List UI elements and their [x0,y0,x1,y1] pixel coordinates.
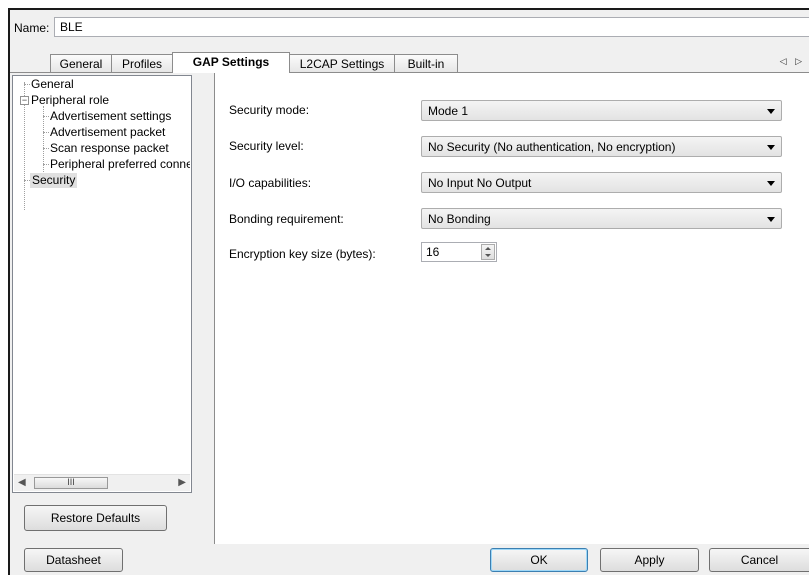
scroll-thumb[interactable]: III [34,477,108,489]
io-capabilities-value: No Input No Output [428,176,532,190]
encryption-key-size-stepper[interactable]: 16 [421,242,497,262]
encryption-key-size-value: 16 [426,245,440,259]
tree-guide-line [43,164,49,165]
name-input[interactable]: BLE [54,17,809,37]
apply-button[interactable]: Apply [600,548,699,572]
restore-defaults-button[interactable]: Restore Defaults [24,505,167,531]
tab-scroll-arrows-icon[interactable]: ◁ ▷ [780,56,805,67]
scroll-left-icon[interactable]: ◀ [18,477,26,488]
tree-item-advertisement-packet[interactable]: Advertisement packet [50,125,190,140]
tab-profiles[interactable]: Profiles [111,54,173,72]
cancel-button[interactable]: Cancel [709,548,809,572]
tree-item-general[interactable]: General [31,77,74,92]
scroll-right-icon[interactable]: ▶ [178,477,186,488]
security-mode-select[interactable]: Mode 1 [421,100,782,121]
tree-guide-line [24,84,30,85]
io-capabilities-label: I/O capabilities: [229,176,312,190]
tree-guide-line [43,132,49,133]
name-row: Name: BLE [12,16,809,38]
tab-content: General − Peripheral role Advertisement … [10,72,809,544]
tree-item-peripheral-preferred-connection[interactable]: Peripheral preferred connection paramete… [50,157,190,172]
bonding-requirement-select[interactable]: No Bonding [421,208,782,229]
security-level-select[interactable]: No Security (No authentication, No encry… [421,136,782,157]
security-level-value: No Security (No authentication, No encry… [428,140,676,154]
tab-general[interactable]: General [50,54,112,72]
tree-item-scan-response-packet[interactable]: Scan response packet [50,141,190,156]
security-settings-panel: Security mode: Mode 1 Security level: No… [214,73,809,544]
tree-item-security[interactable]: Security [30,173,78,188]
tree-horizontal-scrollbar[interactable]: ◀ III ▶ [14,474,190,491]
datasheet-button[interactable]: Datasheet [24,548,123,572]
tree-item-advertisement-settings[interactable]: Advertisement settings [50,109,190,124]
io-capabilities-select[interactable]: No Input No Output [421,172,782,193]
security-mode-label: Security mode: [229,103,310,117]
settings-tree: General − Peripheral role Advertisement … [12,75,192,493]
ok-button[interactable]: OK [490,548,588,572]
dropdown-arrow-icon [767,145,775,150]
tab-l2cap-settings[interactable]: L2CAP Settings [289,54,395,72]
configuration-dialog: Name: BLE General Profiles GAP Settings … [8,8,809,575]
tab-bar: General Profiles GAP Settings L2CAP Sett… [10,52,809,73]
spin-buttons[interactable] [481,244,495,260]
dialog-footer: Datasheet OK Apply Cancel [10,544,809,575]
tab-gap-settings[interactable]: GAP Settings [172,52,290,73]
bonding-requirement-value: No Bonding [428,212,491,226]
tab-built-in[interactable]: Built-in [394,54,458,72]
spin-down-icon[interactable] [485,254,491,257]
name-label: Name: [14,21,50,35]
dropdown-arrow-icon [767,109,775,114]
security-mode-value: Mode 1 [428,104,469,118]
tree-guide-line [43,116,49,117]
security-level-label: Security level: [229,139,304,153]
collapse-icon[interactable]: − [20,96,29,105]
spin-up-icon[interactable] [485,247,491,250]
encryption-key-size-label: Encryption key size (bytes): [229,247,376,261]
bonding-requirement-label: Bonding requirement: [229,212,344,226]
dropdown-arrow-icon [767,181,775,186]
tree-guide-line [43,148,49,149]
dropdown-arrow-icon [767,217,775,222]
